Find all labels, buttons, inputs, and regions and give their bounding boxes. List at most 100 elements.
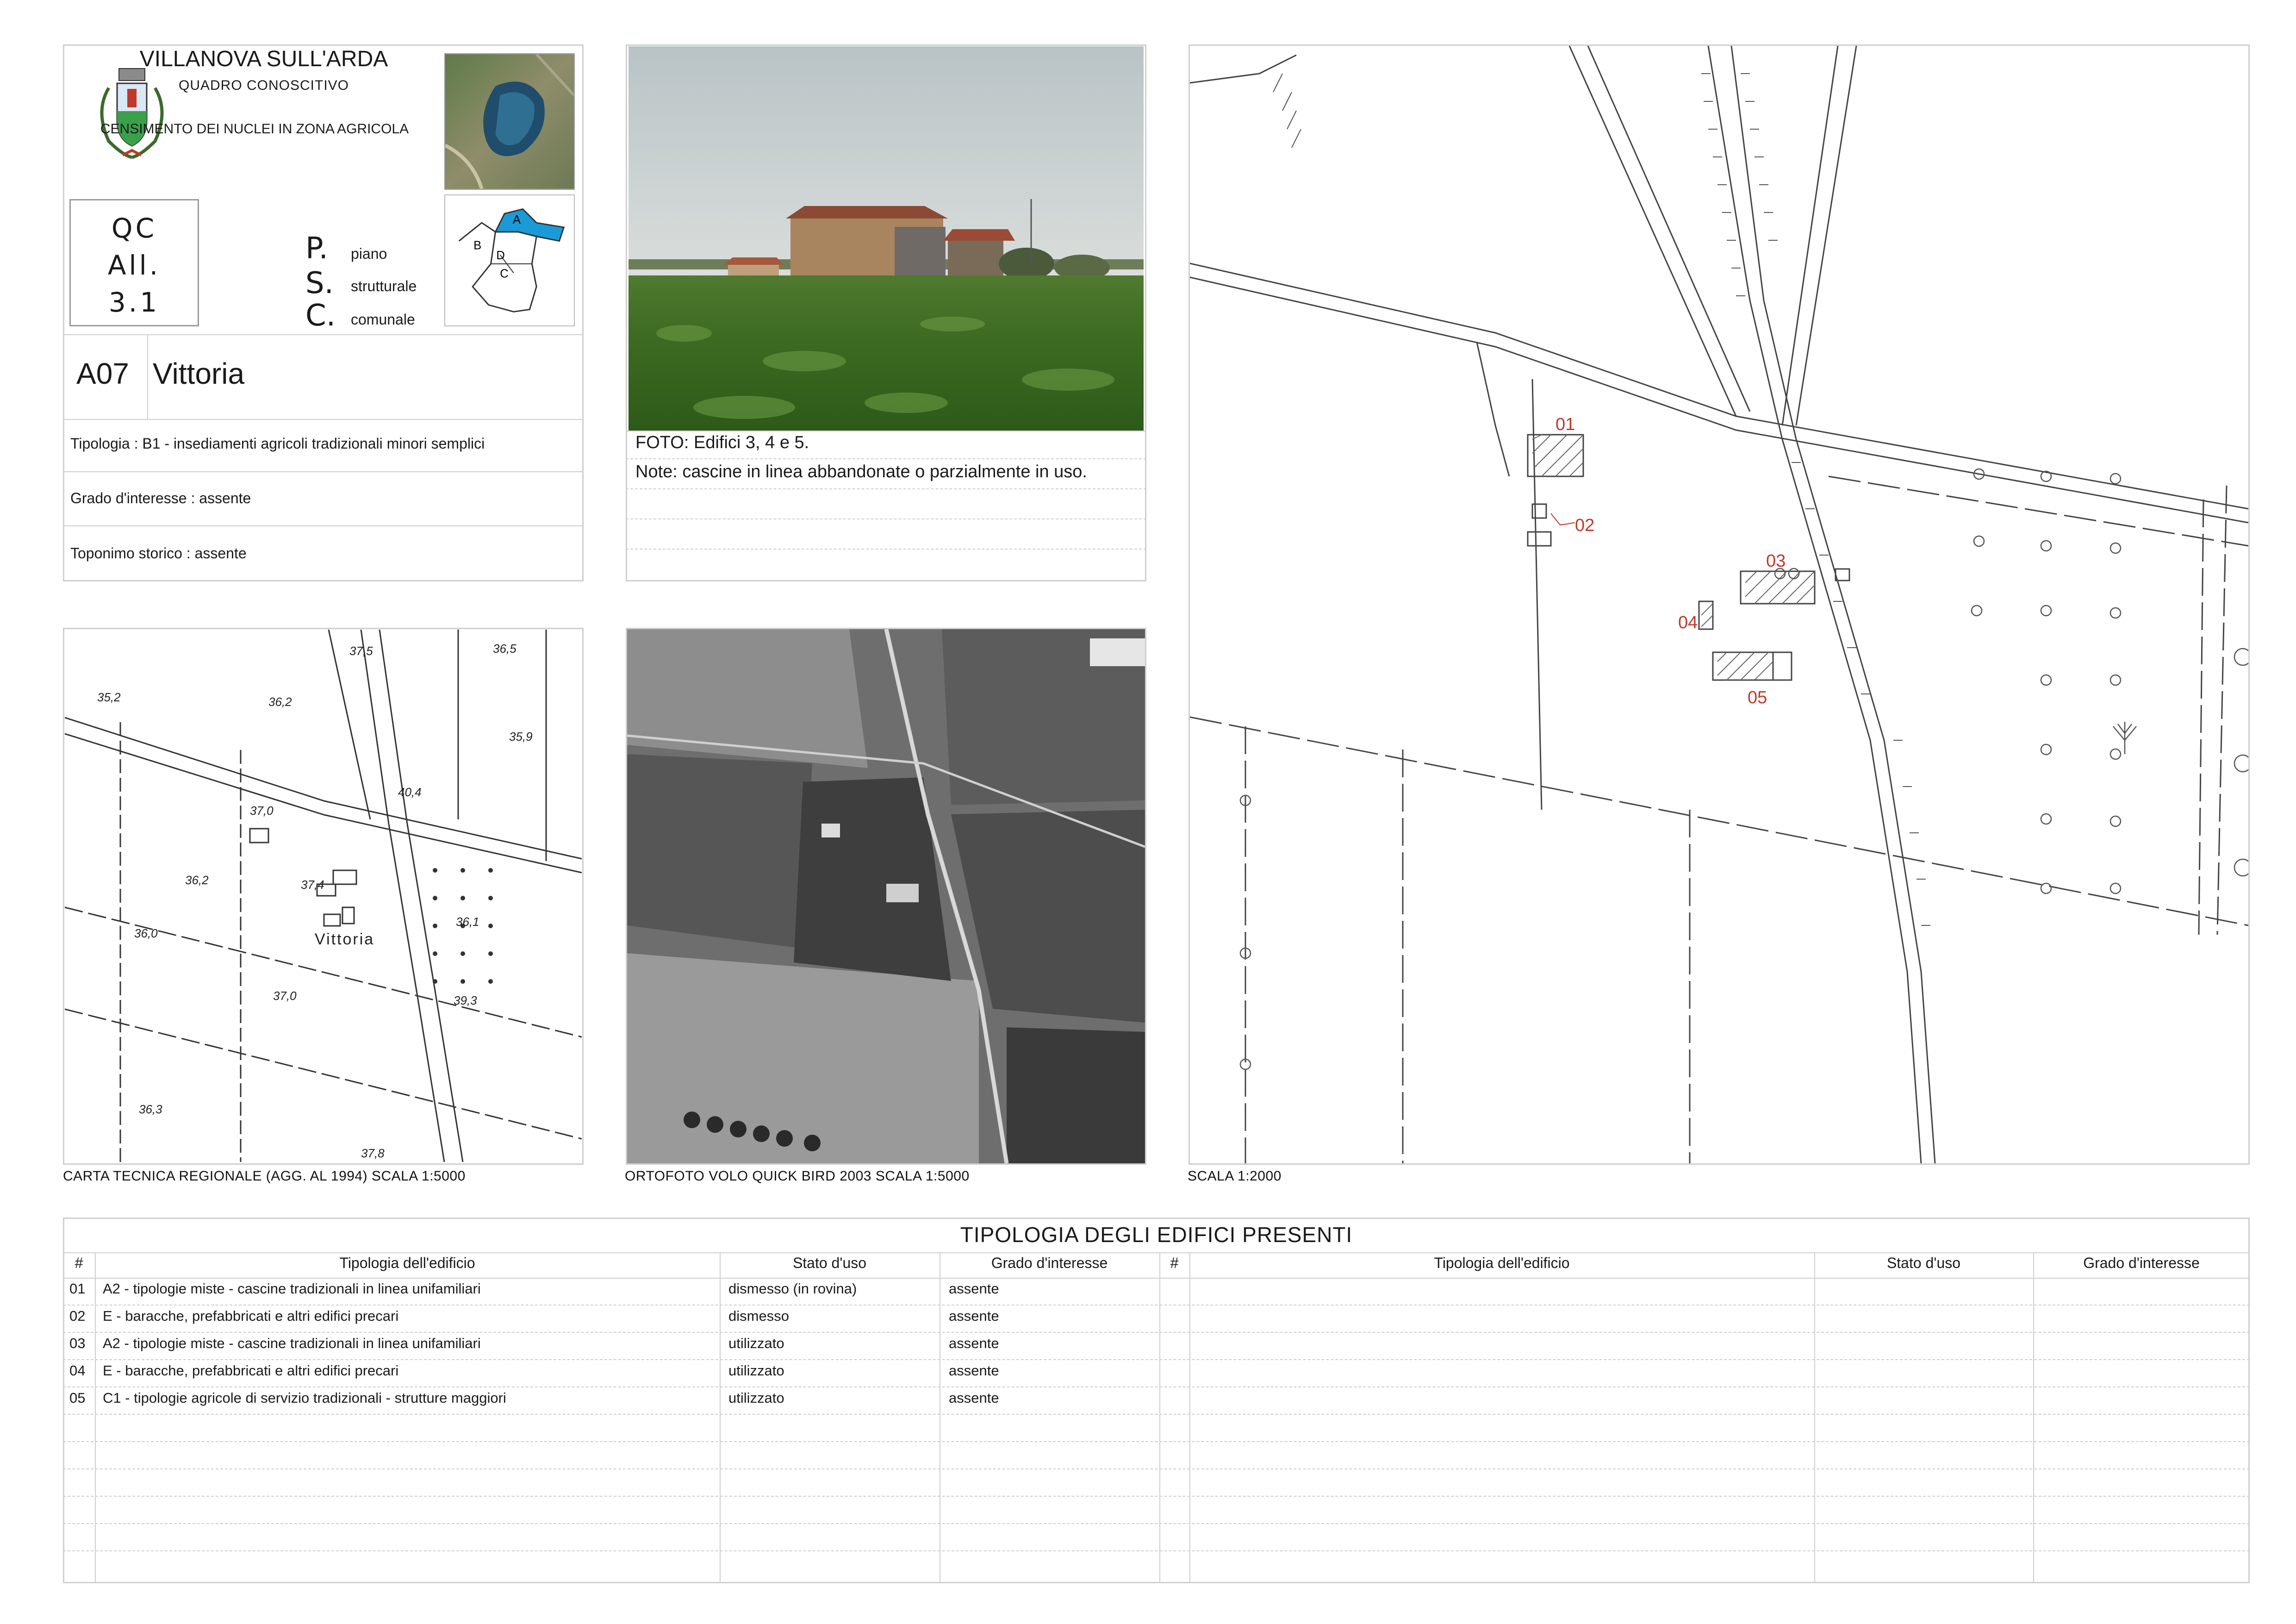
- psc-word: comunale: [351, 311, 415, 328]
- psc-letter: C.: [305, 299, 336, 333]
- cell-stato: dismesso (in rovina): [728, 1280, 857, 1297]
- divider: [63, 525, 584, 526]
- cell-number: 02: [69, 1308, 86, 1324]
- table-row: 01 A2 - tipologie miste - cascine tradiz…: [63, 1280, 1159, 1304]
- building-label: 03: [1766, 551, 1786, 571]
- divider: [63, 419, 584, 420]
- divider: [63, 1332, 2250, 1333]
- elevation-label: 36,1: [456, 915, 479, 929]
- divider: [1814, 1252, 1815, 1583]
- cell-grado: assente: [949, 1335, 999, 1351]
- cell-tipologia: C1 - tipologie agricole di servizio trad…: [103, 1390, 506, 1406]
- record-code: A07: [76, 357, 129, 390]
- divider: [63, 1550, 2250, 1551]
- site-plan-caption: SCALA 1:2000: [1188, 1168, 1282, 1184]
- divider: [63, 1359, 2250, 1360]
- cell-number: 04: [69, 1362, 86, 1379]
- cell-number: 01: [69, 1280, 86, 1297]
- divider: [63, 1441, 2250, 1442]
- zone-label-a: A: [513, 213, 521, 226]
- elevation-label: 37,8: [361, 1146, 385, 1160]
- zone-label-b: B: [473, 239, 481, 252]
- divider: [1189, 1252, 1190, 1583]
- elevation-label: 35,2: [97, 690, 121, 704]
- psc-word: piano: [351, 245, 387, 262]
- photo-note: Note: cascine in linea abbandonate o par…: [635, 462, 1087, 481]
- column-header-tipologia: Tipologia dell'edificio: [1434, 1255, 1570, 1271]
- column-header-number: #: [1170, 1255, 1179, 1271]
- elevation-label: 37,4: [301, 878, 324, 892]
- orthophoto-caption: ORTOFOTO VOLO QUICK BIRD 2003 SCALA 1:50…: [625, 1168, 970, 1184]
- building-label: 04: [1678, 613, 1698, 632]
- ctr-map-caption: CARTA TECNICA REGIONALE (AGG. AL 1994) S…: [63, 1168, 466, 1184]
- orthophoto-image: [627, 629, 1145, 1163]
- toponimo-text: Toponimo storico : assente: [70, 545, 247, 562]
- cell-number: 05: [69, 1390, 86, 1406]
- table-row: 02 E - baracche, prefabbricati e altri e…: [63, 1308, 1159, 1331]
- document-code-box: QC All. 3.1: [69, 199, 199, 326]
- document-code-line: All.: [107, 250, 161, 281]
- elevation-label: 36,2: [185, 873, 209, 887]
- divider: [626, 549, 1146, 550]
- document-code-line: QC: [111, 212, 157, 244]
- elevation-label: 37,0: [273, 989, 297, 1003]
- elevation-label: 39,3: [454, 993, 477, 1007]
- document-code-line: 3.1: [108, 287, 160, 318]
- divider: [147, 334, 148, 420]
- divider: [626, 488, 1146, 489]
- elevation-label: 37,0: [250, 804, 274, 818]
- divider: [63, 334, 584, 335]
- elevation-label: 35,9: [509, 730, 533, 743]
- elevation-label: 36,3: [139, 1102, 162, 1116]
- municipality-title: VILLANOVA SULL'ARDA: [139, 47, 388, 71]
- column-header-grado: Grado d'interesse: [991, 1255, 1108, 1271]
- column-header-number: #: [75, 1255, 83, 1271]
- cell-number: 03: [69, 1335, 86, 1351]
- cell-stato: utilizzato: [728, 1362, 784, 1379]
- elevation-label: 40,4: [398, 785, 422, 799]
- elevation-label: 36,2: [268, 695, 292, 709]
- column-header-tipologia: Tipologia dell'edificio: [339, 1255, 475, 1271]
- census-title: CENSIMENTO DEI NUCLEI IN ZONA AGRICOLA: [100, 121, 409, 137]
- site-plan-map: 01 02 03 04 05: [1190, 46, 2248, 1163]
- cell-tipologia: A2 - tipologie miste - cascine tradizion…: [103, 1335, 481, 1351]
- cell-tipologia: E - baracche, prefabbricati e altri edif…: [103, 1308, 399, 1324]
- divider: [1159, 1252, 1160, 1583]
- document-subtitle: QUADRO CONOSCITIVO: [178, 78, 349, 93]
- psc-letter: P.: [305, 231, 328, 266]
- divider: [63, 1496, 2250, 1497]
- divider: [63, 1523, 2250, 1524]
- cell-tipologia: E - baracche, prefabbricati e altri edif…: [103, 1362, 399, 1379]
- place-label: Vittoria: [315, 931, 374, 948]
- zone-label-d: D: [496, 249, 505, 262]
- cell-stato: dismesso: [728, 1308, 789, 1324]
- elevation-label: 37,5: [349, 644, 373, 658]
- table-row: 03 A2 - tipologie miste - cascine tradiz…: [63, 1335, 1159, 1358]
- cell-tipologia: A2 - tipologie miste - cascine tradizion…: [103, 1280, 481, 1297]
- divider: [2033, 1252, 2034, 1583]
- table-title: TIPOLOGIA DEGLI EDIFICI PRESENTI: [960, 1223, 1353, 1247]
- divider: [63, 1278, 2250, 1279]
- cell-grado: assente: [949, 1280, 999, 1297]
- cell-grado: assente: [949, 1390, 999, 1406]
- photo-caption: FOTO: Edifici 3, 4 e 5.: [635, 433, 809, 452]
- aerial-thumbnail-image: [444, 53, 575, 190]
- cell-grado: assente: [949, 1308, 999, 1324]
- building-label: 02: [1575, 516, 1594, 535]
- zone-label-c: C: [500, 267, 509, 280]
- cell-grado: assente: [949, 1362, 999, 1379]
- divider: [63, 471, 584, 472]
- zone-map-icon: A B C D: [444, 194, 575, 326]
- record-name: Vittoria: [153, 357, 245, 390]
- grado-text: Grado d'interesse : assente: [70, 490, 251, 506]
- psc-letter: S.: [305, 266, 334, 300]
- cell-stato: utilizzato: [728, 1335, 784, 1351]
- ctr-map: 37,5 36,5 35,2 36,2 35,9 40,4 37,0 37,4 …: [65, 630, 582, 1162]
- table-row: 05 C1 - tipologie agricole di servizio t…: [63, 1390, 1159, 1413]
- farmhouse-photo: [628, 46, 1144, 431]
- divider: [63, 1414, 2250, 1415]
- column-header-grado: Grado d'interesse: [2083, 1255, 2200, 1271]
- divider: [626, 518, 1146, 519]
- table-row: 04 E - baracche, prefabbricati e altri e…: [63, 1362, 1159, 1386]
- divider: [63, 1252, 2250, 1253]
